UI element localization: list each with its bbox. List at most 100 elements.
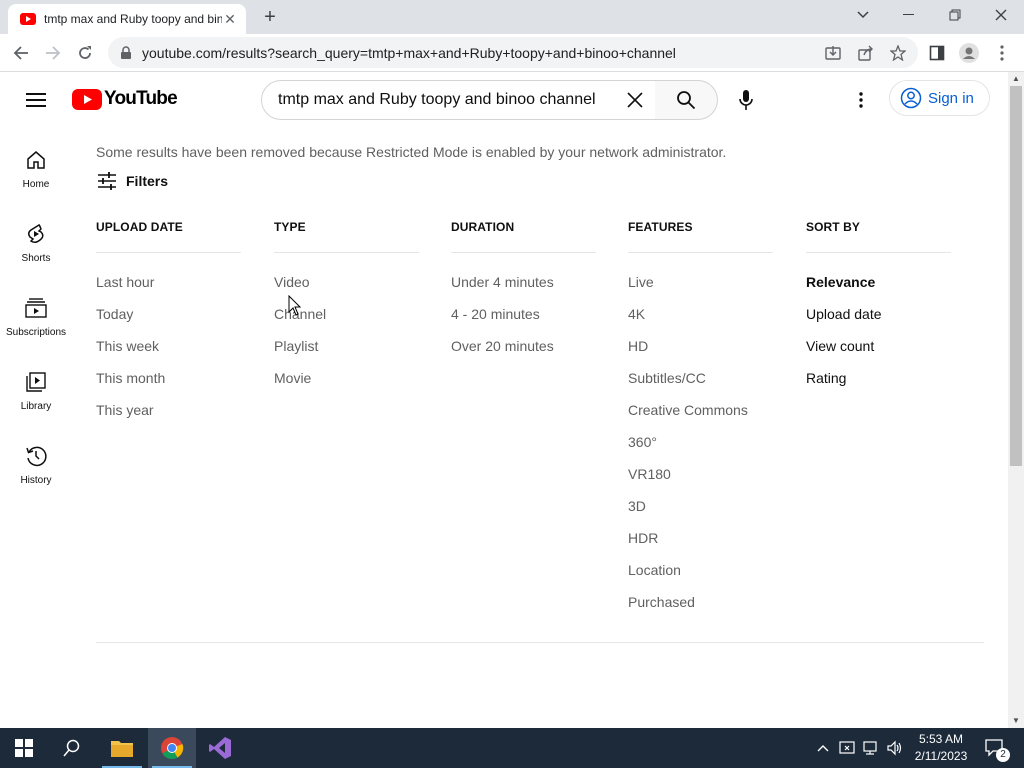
volume-speaker-icon[interactable] bbox=[884, 728, 906, 768]
filter-option-location[interactable]: Location bbox=[628, 561, 773, 593]
guide-item-label: History bbox=[20, 475, 52, 486]
restore-window-button[interactable] bbox=[932, 0, 978, 30]
guide-item-label: Subscriptions bbox=[5, 327, 67, 338]
close-window-button[interactable] bbox=[978, 0, 1024, 30]
scrollbar-thumb[interactable] bbox=[1010, 86, 1022, 466]
tab-title: tmtp max and Ruby toopy and binoo channe… bbox=[44, 12, 222, 26]
share-icon[interactable] bbox=[851, 38, 881, 68]
guide-item-label: Library bbox=[20, 401, 52, 412]
tab-search-chevron-icon[interactable] bbox=[840, 0, 886, 30]
guide-item-label: Shorts bbox=[21, 253, 51, 264]
youtube-favicon-icon bbox=[20, 13, 36, 25]
guide-item-label: Home bbox=[22, 179, 50, 190]
scroll-down-arrow-icon[interactable]: ▼ bbox=[1008, 714, 1024, 728]
filter-option-4k[interactable]: 4K bbox=[628, 305, 773, 337]
sign-in-label: Sign in bbox=[928, 89, 974, 107]
filter-group-heading: DURATION bbox=[451, 220, 515, 234]
sort-option-rating[interactable]: Rating bbox=[806, 369, 951, 401]
filter-option-360[interactable]: 360° bbox=[628, 433, 773, 465]
guide-item-subscriptions[interactable]: Subscriptions bbox=[0, 276, 72, 350]
account-circle-icon bbox=[900, 87, 922, 109]
clock-date: 2/11/2023 bbox=[914, 749, 968, 763]
address-bar[interactable]: youtube.com/results?search_query=tmtp+ma… bbox=[108, 37, 918, 68]
filter-option-hd[interactable]: HD bbox=[628, 337, 773, 369]
network-icon[interactable] bbox=[860, 728, 882, 768]
filter-group-sort-by: SORT BY Relevance Upload date View count… bbox=[806, 220, 951, 401]
search-query-text: tmtp max and Ruby toopy and binoo channe… bbox=[278, 91, 596, 108]
filter-option-today[interactable]: Today bbox=[96, 305, 241, 337]
guide-item-home[interactable]: Home bbox=[0, 128, 72, 202]
taskbar-search-icon[interactable] bbox=[48, 728, 96, 768]
filter-option-live[interactable]: Live bbox=[628, 273, 773, 305]
filter-option-subtitles-cc[interactable]: Subtitles/CC bbox=[628, 369, 773, 401]
filter-group-upload-date: UPLOAD DATE Last hour Today This week Th… bbox=[96, 220, 241, 433]
new-tab-button[interactable]: + bbox=[258, 6, 282, 28]
minimize-window-button[interactable] bbox=[886, 0, 932, 30]
profile-avatar-icon[interactable] bbox=[954, 38, 984, 68]
search-input[interactable]: tmtp max and Ruby toopy and binoo channe… bbox=[261, 80, 656, 120]
sign-in-button[interactable]: Sign in bbox=[889, 80, 990, 116]
file-explorer-folder-icon[interactable] bbox=[98, 728, 146, 768]
search-button[interactable] bbox=[655, 80, 718, 120]
filter-option-4-20-minutes[interactable]: 4 - 20 minutes bbox=[451, 305, 596, 337]
defender-shield-icon[interactable] bbox=[836, 728, 858, 768]
settings-more-icon[interactable] bbox=[848, 84, 874, 116]
hamburger-menu-icon[interactable] bbox=[24, 88, 48, 112]
filter-group-heading: UPLOAD DATE bbox=[96, 220, 183, 234]
show-hidden-icons-chevron-icon[interactable] bbox=[812, 728, 834, 768]
restricted-mode-notice: Some results have been removed because R… bbox=[96, 144, 727, 160]
youtube-wordmark: YouTube bbox=[104, 88, 178, 109]
install-app-icon[interactable] bbox=[818, 38, 848, 68]
reload-icon[interactable] bbox=[70, 38, 100, 68]
sort-option-relevance[interactable]: Relevance bbox=[806, 273, 951, 305]
filter-option-this-week[interactable]: This week bbox=[96, 337, 241, 369]
youtube-logo[interactable]: YouTube bbox=[72, 88, 178, 110]
filter-panel-divider bbox=[96, 642, 984, 643]
filter-group-features: FEATURES Live 4K HD Subtitles/CC Creativ… bbox=[628, 220, 773, 625]
filter-option-this-year[interactable]: This year bbox=[96, 401, 241, 433]
back-arrow-icon[interactable] bbox=[6, 38, 36, 68]
filter-option-hdr[interactable]: HDR bbox=[628, 529, 773, 561]
action-center-notification-icon[interactable]: 2 bbox=[980, 728, 1010, 768]
filter-option-movie[interactable]: Movie bbox=[274, 369, 419, 401]
url-text: youtube.com/results?search_query=tmtp+ma… bbox=[142, 44, 676, 61]
voice-search-mic-icon[interactable] bbox=[728, 80, 764, 120]
filter-option-3d[interactable]: 3D bbox=[628, 497, 773, 529]
filter-option-under-4-minutes[interactable]: Under 4 minutes bbox=[451, 273, 596, 305]
page-scrollbar[interactable]: ▲ ▼ bbox=[1008, 72, 1024, 728]
side-panel-icon[interactable] bbox=[922, 38, 952, 68]
system-clock[interactable]: 5:53 AM 2/11/2023 bbox=[906, 731, 976, 765]
clear-search-icon[interactable] bbox=[615, 81, 655, 119]
browser-tab[interactable]: tmtp max and Ruby toopy and binoo channe… bbox=[8, 4, 246, 34]
start-windows-icon[interactable] bbox=[0, 728, 48, 768]
filters-sliders-icon bbox=[98, 172, 116, 190]
filters-button[interactable]: Filters bbox=[96, 170, 168, 192]
bookmark-star-icon[interactable] bbox=[883, 38, 913, 68]
mouse-cursor-icon bbox=[288, 295, 302, 316]
forward-arrow-icon[interactable] bbox=[38, 38, 68, 68]
guide-item-history[interactable]: History bbox=[0, 424, 72, 498]
scroll-up-arrow-icon[interactable]: ▲ bbox=[1008, 72, 1024, 86]
chrome-app-icon[interactable] bbox=[148, 728, 196, 768]
tab-close-icon[interactable]: ✕ bbox=[222, 11, 238, 27]
divider bbox=[806, 252, 951, 253]
filter-option-this-month[interactable]: This month bbox=[96, 369, 241, 401]
filter-option-playlist[interactable]: Playlist bbox=[274, 337, 419, 369]
guide-item-library[interactable]: Library bbox=[0, 350, 72, 424]
browser-toolbar: youtube.com/results?search_query=tmtp+ma… bbox=[0, 34, 1024, 72]
filter-option-purchased[interactable]: Purchased bbox=[628, 593, 773, 625]
sort-option-view-count[interactable]: View count bbox=[806, 337, 951, 369]
sort-option-upload-date[interactable]: Upload date bbox=[806, 305, 951, 337]
filter-option-last-hour[interactable]: Last hour bbox=[96, 273, 241, 305]
divider bbox=[451, 252, 596, 253]
filter-group-heading: TYPE bbox=[274, 220, 306, 234]
filter-option-vr180[interactable]: VR180 bbox=[628, 465, 773, 497]
guide-item-shorts[interactable]: Shorts bbox=[0, 202, 72, 276]
windows-taskbar: 5:53 AM 2/11/2023 2 bbox=[0, 728, 1024, 768]
visual-studio-icon[interactable] bbox=[196, 728, 244, 768]
filter-option-creative-commons[interactable]: Creative Commons bbox=[628, 401, 773, 433]
browser-menu-icon[interactable] bbox=[987, 38, 1017, 68]
divider bbox=[628, 252, 773, 253]
filters-label: Filters bbox=[126, 173, 169, 189]
filter-option-over-20-minutes[interactable]: Over 20 minutes bbox=[451, 337, 596, 369]
